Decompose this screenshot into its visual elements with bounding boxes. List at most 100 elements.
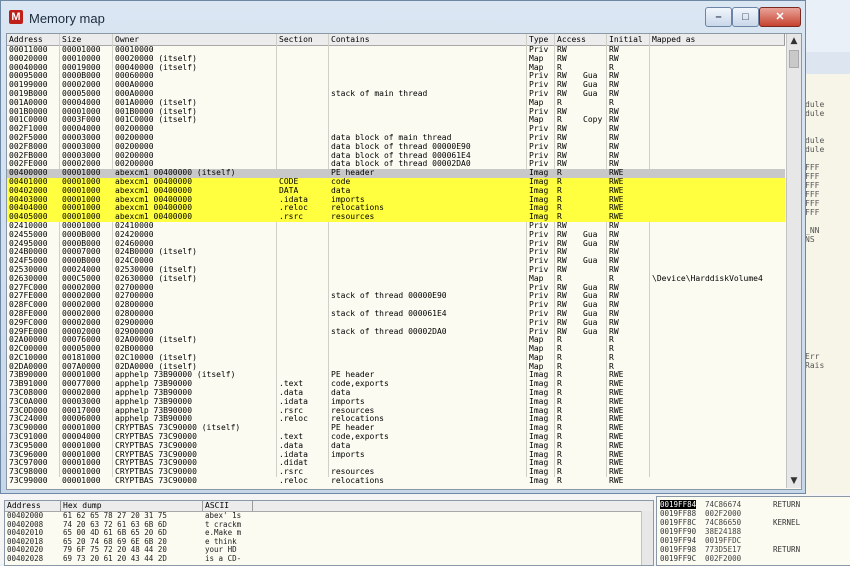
cell-owner: 001B0000 (itself) <box>115 107 197 116</box>
cell-owner: 02410000 <box>115 221 154 230</box>
table-row[interactable]: 00403000 00001000 abexcm1 00400000 .idata im… <box>7 195 785 205</box>
stack-row[interactable]: 0019FF88 002F2000 <box>657 509 850 518</box>
table-row[interactable]: 027FE000 00002000 02700000 stack of thread … <box>7 292 785 301</box>
cell-address: 002FB000 <box>9 151 48 160</box>
cell-type: Priv <box>529 221 549 230</box>
title-bar[interactable]: M Memory map – □ ✕ <box>1 1 805 33</box>
table-row[interactable]: 002F1000 00004000 00200000 Priv RW RW <box>7 125 785 134</box>
stack-row[interactable]: 0019FF9C 002F2000 <box>657 554 850 563</box>
cell-address: 00402000 <box>9 186 48 195</box>
table-row[interactable]: 00199000 00002000 000A0000 Priv RW Gua RW <box>7 81 785 90</box>
table-row[interactable]: 00095000 0000B000 00060000 Priv RW Gua RW <box>7 72 785 81</box>
table-row[interactable]: 02530000 00024000 02530000 (itself) Priv RW R… <box>7 266 785 275</box>
table-row[interactable]: 00400000 00001000 abexcm1 00400000 (itself… <box>7 169 785 178</box>
cell-owner: abexcm1 00400000 <box>115 186 193 195</box>
table-row[interactable]: 0019B000 00005000 000A0000 stack of main th… <box>7 90 785 99</box>
column-header-mapped-as[interactable]: Mapped as <box>650 34 785 45</box>
table-row[interactable]: 00011000 00001000 00010000 Priv RW RW <box>7 46 785 55</box>
table-row[interactable]: 002F8000 00003000 00200000 data block of th… <box>7 143 785 152</box>
cell-initial: RW <box>609 89 619 98</box>
stack-row[interactable]: 0019FF90 38E24188 <box>657 527 850 536</box>
column-header-size[interactable]: Size <box>60 34 113 45</box>
table-row[interactable]: 73C95000 00001000 CRYPTBAS 73C90000 .data da… <box>7 442 785 451</box>
column-header-initial[interactable]: Initial <box>607 34 650 45</box>
table-row[interactable]: 02455000 0000B000 02420000 Priv RW Gua RW <box>7 231 785 240</box>
table-row[interactable]: 02C00000 00005000 02B00000 Map R R <box>7 345 785 354</box>
minimize-button[interactable]: – <box>705 7 732 27</box>
cell-access-flag: Gua <box>583 309 598 318</box>
table-row[interactable]: 024B0000 00007000 024B0000 (itself) Priv RW R… <box>7 248 785 257</box>
cell-section: .reloc <box>279 204 308 213</box>
dump-col-hex[interactable]: Hex dump <box>61 501 203 511</box>
column-header-address[interactable]: Address <box>7 34 60 45</box>
scroll-thumb[interactable] <box>789 50 799 68</box>
table-row[interactable]: 029FE000 00002000 02900000 stack of thread … <box>7 328 785 337</box>
dump-col-address[interactable]: Address <box>5 501 61 511</box>
table-row[interactable]: 02DA0000 007A0000 02DA0000 (itself) Map R R <box>7 363 785 372</box>
column-header-type[interactable]: Type <box>527 34 555 45</box>
vertical-scrollbar[interactable]: ▲ ▼ <box>786 34 801 488</box>
cell-address: 00401000 <box>9 177 48 186</box>
table-row[interactable]: 002F5000 00003000 00200000 data block of ma… <box>7 134 785 143</box>
table-row[interactable]: 02495000 0000B000 02460000 Priv RW Gua RW <box>7 240 785 249</box>
table-row[interactable]: 002FE000 00002000 00200000 data block of th… <box>7 160 785 169</box>
table-row[interactable]: 73C0A000 00003000 apphelp 73B90000 .idata im… <box>7 398 785 407</box>
table-row[interactable]: 02410000 00001000 02410000 Priv RW RW <box>7 222 785 231</box>
table-row[interactable]: 73B91000 00077000 apphelp 73B90000 .text cod… <box>7 380 785 389</box>
cell-address: 001A0000 <box>9 98 48 107</box>
cell-address: 00404000 <box>9 204 48 213</box>
column-header-contains[interactable]: Contains <box>329 34 527 45</box>
table-row[interactable]: 73C0D000 00017000 apphelp 73B90000 .rsrc res… <box>7 407 785 416</box>
scroll-down-icon[interactable]: ▼ <box>787 474 801 488</box>
cell-type: Imag <box>529 177 549 186</box>
cell-address: 73B90000 <box>9 371 48 380</box>
table-row[interactable]: 73C24000 00006000 apphelp 73B90000 .reloc re… <box>7 415 785 424</box>
table-row[interactable]: 001A0000 00004000 001A0000 (itself) Map R R <box>7 99 785 108</box>
maximize-button[interactable]: □ <box>732 7 759 27</box>
stack-row[interactable]: 0019FF94 0019FFDC <box>657 536 850 545</box>
table-row[interactable]: 73C90000 00001000 CRYPTBAS 73C90000 (itsel… <box>7 424 785 433</box>
table-row[interactable]: 73C96000 00001000 CRYPTBAS 73C90000 .idata i… <box>7 451 785 460</box>
cell-access: RW <box>557 248 567 257</box>
dump-pane[interactable]: Address Hex dump ASCII 00402000 61 62 65 … <box>4 500 654 566</box>
stack-row[interactable]: 0019FF84 74C86674 RETURN <box>657 500 850 509</box>
table-row[interactable]: 00401000 00001000 abexcm1 00400000 CODE code… <box>7 177 785 187</box>
table-row[interactable]: 02630000 000C5000 02630000 (itself) Map R R \D… <box>7 275 785 284</box>
table-row[interactable]: 029FC000 00002000 02900000 Priv RW Gua RW <box>7 319 785 328</box>
dump-col-ascii[interactable]: ASCII <box>203 501 253 511</box>
stack-row[interactable]: 0019FF98 773D5E17 RETURN <box>657 545 850 554</box>
table-row[interactable]: 00040000 00019000 00040000 (itself) Map R R <box>7 64 785 73</box>
dump-scrollbar[interactable] <box>641 511 653 565</box>
table-row[interactable]: 00402000 00001000 abexcm1 00400000 DATA data… <box>7 186 785 196</box>
table-row[interactable]: 028FC000 00002000 02800000 Priv RW Gua RW <box>7 301 785 310</box>
table-row[interactable]: 024F5000 0000B000 024C0000 Priv RW Gua RW <box>7 257 785 266</box>
cell-owner: 02A00000 (itself) <box>115 336 197 345</box>
column-header-owner[interactable]: Owner <box>113 34 277 45</box>
background-text-line: FFF <box>805 190 820 199</box>
cell-size: 00004000 <box>62 98 101 107</box>
table-row[interactable]: 002FB000 00003000 00200000 data block of th… <box>7 152 785 161</box>
close-button[interactable]: ✕ <box>759 7 801 27</box>
table-row[interactable]: 00020000 00010000 00020000 (itself) Map RW RW <box>7 55 785 64</box>
stack-pane[interactable]: 0019FF84 74C86674 RETURN 0019FF88 002F2000 00… <box>656 496 850 566</box>
table-row[interactable]: 02A00000 00076000 02A00000 (itself) Map R R <box>7 336 785 345</box>
table-row[interactable]: 00405000 00001000 abexcm1 00400000 .rsrc res… <box>7 213 785 222</box>
table-row[interactable]: 73C97000 00001000 CRYPTBAS 73C90000 .didat I… <box>7 459 785 468</box>
stack-row[interactable]: 0019FF8C 74C86650 KERNEL <box>657 518 850 527</box>
table-row[interactable]: 001B0000 00001000 001B0000 (itself) Priv RW R… <box>7 108 785 117</box>
cell-access: RW <box>557 72 567 81</box>
table-row[interactable]: 00404000 00001000 abexcm1 00400000 .reloc re… <box>7 204 785 214</box>
table-row[interactable]: 02C10000 00181000 02C10000 (itself) Map R R <box>7 354 785 363</box>
table-row[interactable]: 028FE000 00002000 02800000 stack of thread … <box>7 310 785 319</box>
table-row[interactable]: 73C91000 00004000 CRYPTBAS 73C90000 .text co… <box>7 433 785 442</box>
table-row[interactable]: 73C08000 00002000 apphelp 73B90000 .data dat… <box>7 389 785 398</box>
table-row[interactable]: 73C99000 00001000 CRYPTBAS 73C90000 .reloc r… <box>7 477 785 486</box>
cell-contains: data block of main thread <box>331 133 452 142</box>
column-header-access[interactable]: Access <box>555 34 607 45</box>
table-row[interactable]: 001C0000 0003F000 001C0000 (itself) Map R Cop… <box>7 116 785 125</box>
column-header-section[interactable]: Section <box>277 34 329 45</box>
table-row[interactable]: 73B90000 00001000 apphelp 73B90000 (itself… <box>7 371 785 380</box>
scroll-up-icon[interactable]: ▲ <box>787 34 801 48</box>
table-row[interactable]: 027FC000 00002000 02700000 Priv RW Gua RW <box>7 284 785 293</box>
table-row[interactable]: 73C98000 00001000 CRYPTBAS 73C90000 .rsrc re… <box>7 468 785 477</box>
